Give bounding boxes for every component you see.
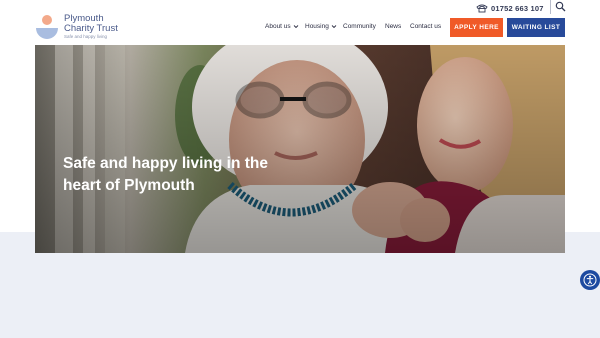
nav-item-label: About us — [265, 23, 291, 30]
header-divider — [550, 0, 551, 14]
logo[interactable]: Plymouth Charity Trust Safe and happy li… — [35, 13, 145, 41]
hero-banner: Safe and happy living in the heart of Pl… — [35, 45, 565, 253]
phone-contact[interactable]: 01752 663 107 — [476, 2, 544, 14]
nav-item-label: Community — [343, 23, 376, 30]
phone-number: 01752 663 107 — [491, 3, 544, 13]
nav-item-news[interactable]: News — [385, 23, 401, 30]
search-icon[interactable] — [555, 1, 566, 12]
apply-here-button[interactable]: APPLY HERE — [450, 18, 503, 37]
nav-item-label: Contact us — [410, 23, 442, 30]
nav-item-community[interactable]: Community — [343, 23, 376, 30]
nav-item-contact-us[interactable]: Contact us — [410, 23, 441, 30]
nav-item-label: News — [385, 23, 402, 30]
waiting-list-button[interactable]: WAITING LIST — [507, 18, 565, 37]
nav-item-housing[interactable]: Housing — [305, 23, 337, 30]
phone-icon — [476, 4, 488, 13]
chevron-down-icon — [331, 25, 337, 29]
logo-name-line2: Charity Trust — [64, 23, 118, 34]
accessibility-button[interactable] — [580, 270, 600, 290]
chevron-down-icon — [293, 25, 298, 29]
hero-heading: Safe and happy living in the heart of Pl… — [63, 155, 268, 194]
accessibility-icon — [583, 273, 597, 287]
logo-mark-icon — [36, 15, 58, 39]
hero-image — [35, 45, 565, 253]
logo-tagline: Safe and happy living — [64, 34, 108, 39]
nav-item-about-us[interactable]: About us — [265, 23, 299, 30]
nav-item-label: Housing — [305, 23, 329, 30]
